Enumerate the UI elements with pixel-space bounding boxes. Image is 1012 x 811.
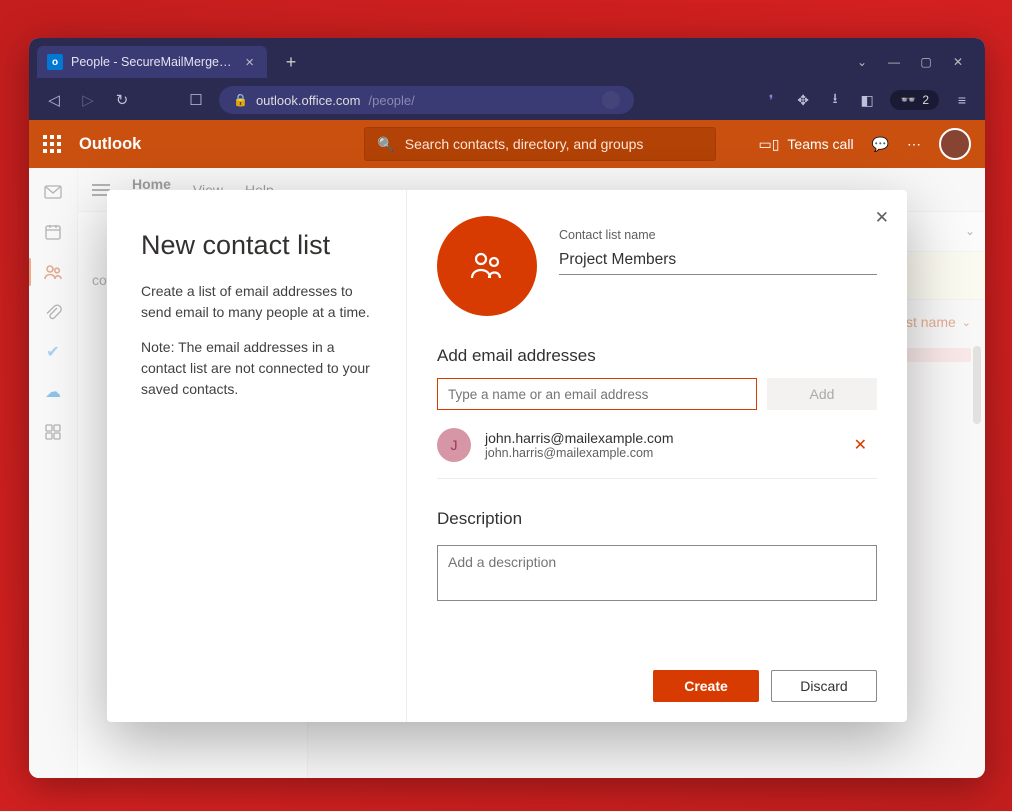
contact-list-avatar: [437, 216, 537, 316]
close-dialog-icon[interactable]: ✕: [875, 208, 889, 228]
modal-overlay: New contact list Create a list of email …: [29, 168, 985, 778]
add-email-button[interactable]: Add: [767, 378, 877, 410]
privacy-badge[interactable]: 👓 2: [890, 90, 939, 110]
added-email-row: J john.harris@mailexample.com john.harri…: [437, 428, 877, 479]
added-email-primary: john.harris@mailexample.com: [485, 430, 674, 446]
window-controls: ⌄ — ▢ ✕: [855, 55, 985, 69]
app-shell: Outlook 🔍 Search contacts, directory, an…: [29, 120, 985, 778]
extension-tray: ❜ ✥ ⭳ ◧ 👓 2 ≡: [762, 90, 971, 110]
email-input[interactable]: [437, 378, 757, 410]
active-tab[interactable]: o People - SecureMailMerge Test - O ×: [37, 46, 267, 78]
feather-icon[interactable]: ❜: [762, 91, 780, 109]
url-host: outlook.office.com: [256, 93, 361, 108]
discard-button[interactable]: Discard: [771, 670, 877, 702]
close-tab-icon[interactable]: ×: [242, 54, 257, 71]
badge-count: 2: [922, 93, 929, 107]
forward-icon[interactable]: ▷: [77, 91, 99, 109]
bookmark-icon[interactable]: ☐: [185, 91, 207, 109]
description-input[interactable]: [437, 545, 877, 601]
video-icon: ▭▯: [758, 136, 779, 153]
dialog-description-2: Note: The email addresses in a contact l…: [141, 337, 376, 400]
tab-title: People - SecureMailMerge Test - O: [71, 55, 234, 69]
emails-heading: Add email addresses: [437, 346, 877, 366]
remove-email-icon[interactable]: ✕: [844, 435, 877, 455]
reload-icon[interactable]: ↻: [111, 91, 133, 109]
teams-call-button[interactable]: ▭▯ Teams call: [758, 136, 853, 153]
close-window-icon[interactable]: ✕: [951, 55, 965, 69]
back-icon[interactable]: ◁: [43, 91, 65, 109]
browser-titlebar: o People - SecureMailMerge Test - O × + …: [29, 38, 985, 80]
url-path: /people/: [369, 93, 415, 108]
dialog-description-1: Create a list of email addresses to send…: [141, 281, 376, 323]
app-launcher-icon[interactable]: [43, 135, 61, 153]
new-contact-list-dialog: New contact list Create a list of email …: [107, 190, 907, 722]
lock-icon: 🔒: [233, 93, 248, 107]
address-bar: ◁ ▷ ↻ ☐ 🔒 outlook.office.com/people/ ❜ ✥…: [29, 80, 985, 120]
download-icon[interactable]: ⭳: [826, 91, 844, 109]
chat-icon[interactable]: 💬: [872, 136, 889, 153]
glasses-icon: 👓: [900, 92, 916, 108]
description-heading: Description: [437, 509, 877, 529]
caret-down-icon[interactable]: ⌄: [855, 55, 869, 69]
puzzle-icon[interactable]: ✥: [794, 91, 812, 109]
maximize-icon[interactable]: ▢: [919, 55, 933, 69]
added-email-secondary: john.harris@mailexample.com: [485, 446, 674, 460]
suite-header: Outlook 🔍 Search contacts, directory, an…: [29, 120, 985, 168]
brand-label[interactable]: Outlook: [79, 135, 141, 154]
shield-icon[interactable]: [602, 91, 620, 109]
contact-list-name-input[interactable]: [559, 246, 877, 275]
dialog-right-panel: ✕ Contact list n: [407, 190, 907, 722]
more-icon[interactable]: ⋯: [907, 136, 921, 153]
app-menu-icon[interactable]: ≡: [953, 91, 971, 109]
new-tab-button[interactable]: +: [279, 52, 303, 73]
dialog-left-panel: New contact list Create a list of email …: [107, 190, 407, 722]
name-label: Contact list name: [559, 228, 656, 242]
account-avatar[interactable]: [939, 128, 971, 160]
search-input[interactable]: 🔍 Search contacts, directory, and groups: [364, 127, 716, 161]
tab-favicon-icon: o: [47, 54, 63, 70]
create-button[interactable]: Create: [653, 670, 759, 702]
browser-window: o People - SecureMailMerge Test - O × + …: [29, 38, 985, 778]
search-placeholder: Search contacts, directory, and groups: [405, 136, 644, 152]
dialog-title: New contact list: [141, 230, 376, 261]
search-icon: 🔍: [377, 136, 394, 153]
url-field[interactable]: 🔒 outlook.office.com/people/: [219, 86, 634, 114]
added-avatar: J: [437, 428, 471, 462]
app-body: ✔ ☁ Home View Help co: [29, 168, 985, 778]
sidebar-icon[interactable]: ◧: [858, 91, 876, 109]
minimize-icon[interactable]: —: [887, 55, 901, 69]
